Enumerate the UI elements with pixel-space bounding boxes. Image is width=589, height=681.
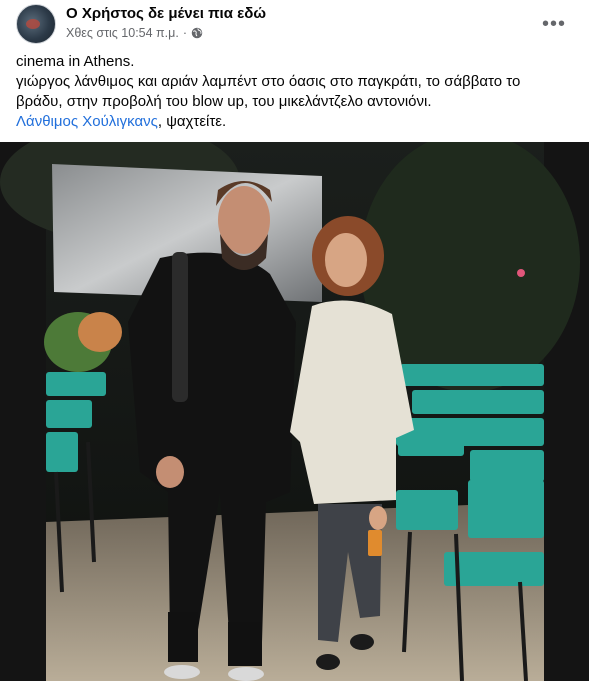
post-header: Ο Χρήστος δε μένει πια εδώ Χθες στις 10:… xyxy=(16,2,576,46)
post-meta: Χθες στις 10:54 π.μ. · xyxy=(66,26,203,40)
post-text-line: βράδυ, στην προβολή του blow up, του μικ… xyxy=(16,93,432,110)
globe-icon[interactable] xyxy=(191,27,203,39)
facebook-post: Ο Χρήστος δε μένει πια εδώ Χθες στις 10:… xyxy=(0,0,589,681)
author-avatar[interactable] xyxy=(16,4,56,44)
mention-suffix: , ψαχτείτε. xyxy=(157,113,227,130)
mention-link[interactable]: Λάνθιμος Χούλιγκανς xyxy=(16,113,158,130)
meta-separator: · xyxy=(182,26,187,40)
post-text-line-mention: Λάνθιμος Χούλιγκανς, ψαχτείτε. xyxy=(16,112,576,132)
post-photo[interactable] xyxy=(0,142,589,681)
post-text-line: cinema in Athens. xyxy=(16,53,135,70)
photo-illustration xyxy=(0,142,589,681)
more-options-icon[interactable]: ••• xyxy=(540,10,568,38)
post-text-line: γιώργος λάνθιμος και αριάν λαμπέντ στο ό… xyxy=(16,73,521,90)
author-name[interactable]: Ο Χρήστος δε μένει πια εδώ xyxy=(66,5,266,22)
post-timestamp[interactable]: Χθες στις 10:54 π.μ. xyxy=(66,26,179,40)
post-text: cinema in Athens. γιώργος λάνθιμος και α… xyxy=(16,52,576,132)
